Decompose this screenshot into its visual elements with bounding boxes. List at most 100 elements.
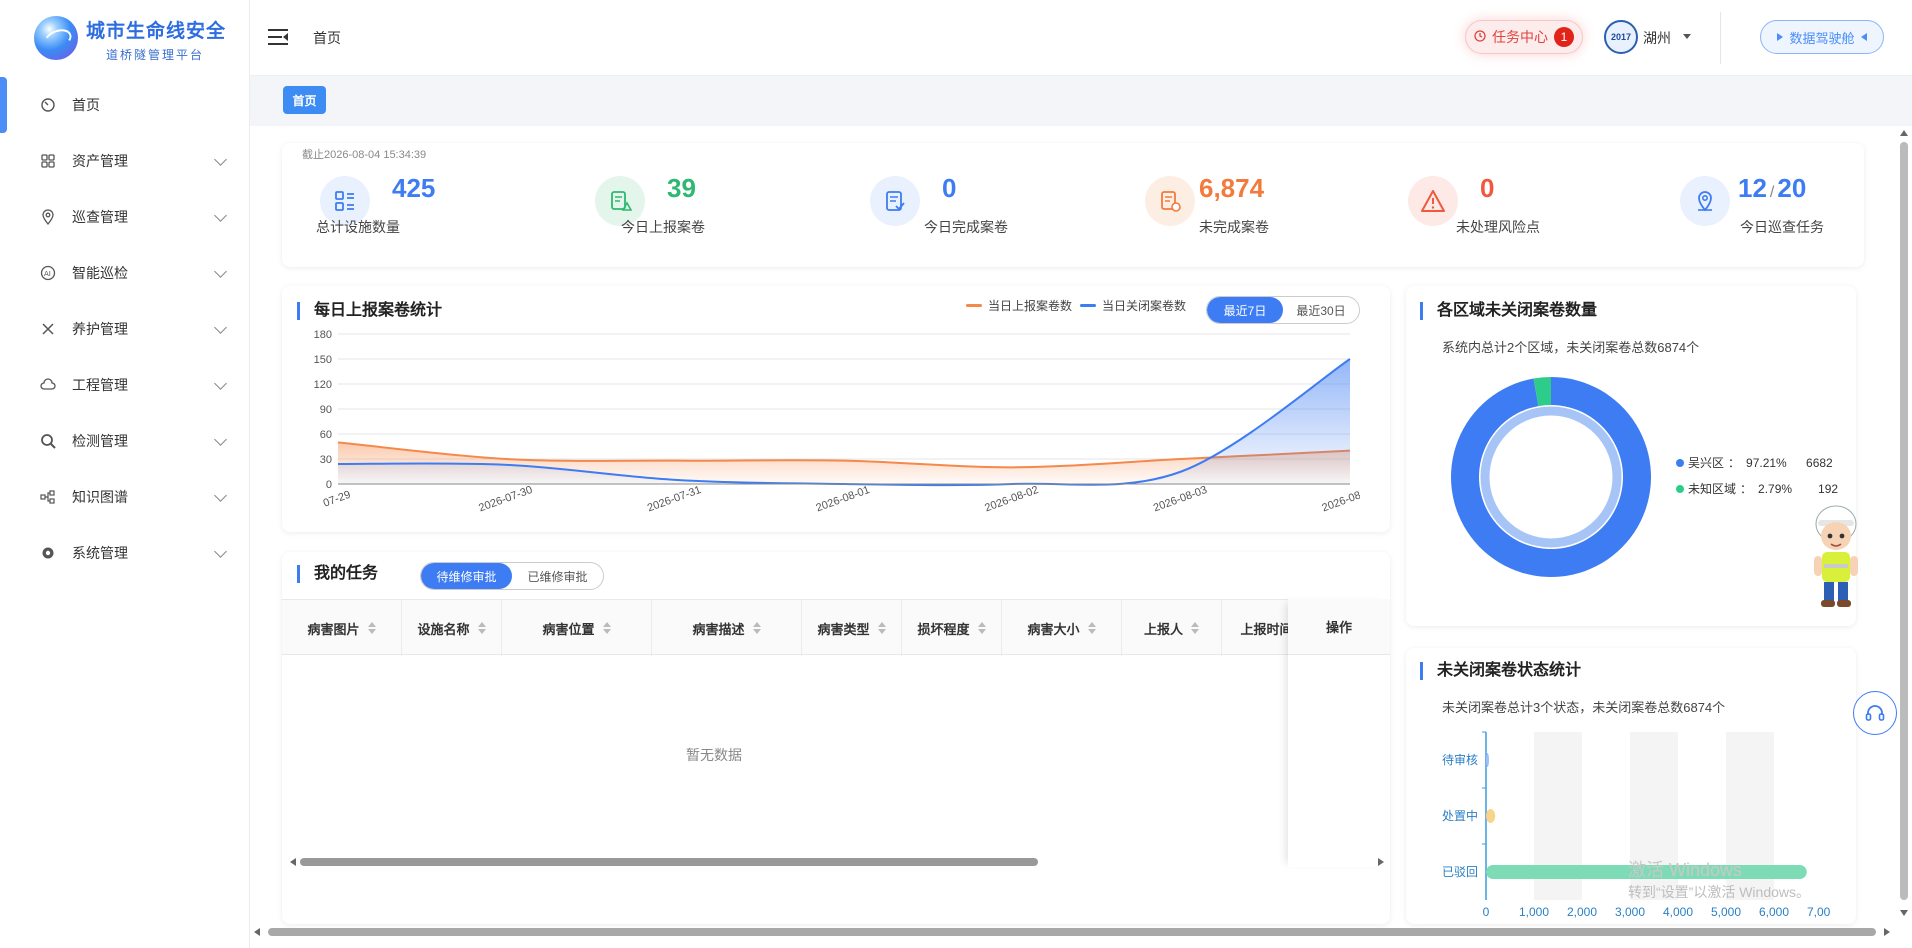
sidebar-item-label: 巡查管理 bbox=[72, 209, 128, 225]
svg-text:AI: AI bbox=[44, 270, 51, 278]
sort-icon[interactable] bbox=[977, 622, 986, 634]
windows-watermark-subtitle: 转到“设置”以激活 Windows。 bbox=[1628, 884, 1811, 900]
column-header[interactable]: 病害大小 bbox=[1002, 600, 1122, 656]
data-cockpit-button[interactable]: 数据驾驶舱 bbox=[1760, 20, 1884, 54]
tab-home[interactable]: 首页 bbox=[283, 86, 326, 114]
chevron-down-icon[interactable] bbox=[214, 208, 227, 222]
column-header[interactable]: 病害位置 bbox=[502, 600, 652, 656]
sidebar-item-2[interactable]: 巡查管理 bbox=[0, 189, 250, 245]
sort-icon[interactable] bbox=[1087, 622, 1096, 634]
cockpit-label: 数据驾驶舱 bbox=[1789, 30, 1855, 46]
page-scroll-left-icon[interactable] bbox=[254, 928, 260, 936]
sort-icon[interactable] bbox=[477, 622, 486, 634]
grid-icon bbox=[38, 151, 58, 171]
stat-item[interactable]: 12/20 今日巡查任务 bbox=[1680, 173, 1830, 235]
range-7-days-button[interactable]: 最近7日 bbox=[1207, 297, 1283, 323]
city-selector[interactable]: 湖州 bbox=[1643, 28, 1671, 48]
column-header[interactable]: 设施名称 bbox=[402, 600, 502, 656]
sidebar-item-label: 知识图谱 bbox=[72, 489, 128, 505]
tab-approved[interactable]: 已维修审批 bbox=[512, 563, 603, 589]
bar bbox=[1486, 753, 1489, 767]
stat-item[interactable]: 6,874 未完成案卷 bbox=[1145, 173, 1295, 235]
sidebar-item-0[interactable]: 首页 bbox=[0, 77, 250, 133]
page-scroll-right-icon[interactable] bbox=[1884, 928, 1890, 936]
sort-icon[interactable] bbox=[1191, 622, 1199, 634]
sort-icon[interactable] bbox=[367, 622, 376, 634]
x-tick-label: 4,000 bbox=[1663, 905, 1693, 919]
customer-service-headset-icon[interactable] bbox=[1853, 691, 1897, 735]
range-30-days-button[interactable]: 最近30日 bbox=[1283, 297, 1359, 323]
stat-value: 12/20 bbox=[1738, 173, 1807, 203]
ai-icon: AI bbox=[38, 263, 58, 283]
donut-legend-item[interactable]: 吴兴区： 97.21% 6682 bbox=[1676, 454, 1833, 471]
scroll-right-icon[interactable] bbox=[1378, 858, 1384, 866]
x-tick-label: 2026-08-02 bbox=[983, 484, 1040, 515]
daily-chart-title: 每日上报案卷统计 bbox=[297, 302, 442, 320]
chevron-down-icon[interactable] bbox=[214, 152, 227, 166]
mascot-avatar[interactable] bbox=[1806, 494, 1866, 614]
sidebar-item-8[interactable]: 系统管理 bbox=[0, 525, 250, 581]
chevron-down-icon[interactable] bbox=[214, 544, 227, 558]
chevron-down-icon[interactable] bbox=[214, 488, 227, 502]
y-category-label: 待审核 bbox=[1442, 752, 1478, 767]
stat-value: 425 bbox=[392, 173, 436, 203]
stat-item[interactable]: 0 未处理风险点 bbox=[1408, 173, 1558, 235]
task-center-button[interactable]: 任务中心 1 bbox=[1465, 20, 1583, 54]
sort-icon[interactable] bbox=[602, 622, 611, 634]
column-header[interactable]: 损坏程度 bbox=[902, 600, 1002, 656]
column-header[interactable]: 病害类型 bbox=[802, 600, 902, 656]
stat-label: 今日上报案卷 bbox=[621, 219, 705, 235]
region-donut-chart bbox=[1451, 377, 1651, 577]
legend-closed[interactable]: 当日关闭案卷数 bbox=[1080, 297, 1186, 314]
chevron-down-icon[interactable] bbox=[214, 320, 227, 334]
stat-value: 0 bbox=[942, 173, 957, 203]
clock-icon bbox=[1474, 29, 1486, 45]
stat-item[interactable]: 425 总计设施数量 bbox=[316, 173, 470, 235]
stat-label: 今日完成案卷 bbox=[924, 219, 1008, 235]
x-tick-label: 6,000 bbox=[1759, 905, 1789, 919]
operation-column: 操作 bbox=[1288, 599, 1390, 867]
scroll-down-icon[interactable] bbox=[1900, 910, 1908, 916]
legend-dot-icon bbox=[1676, 458, 1684, 467]
tab-pending-approval[interactable]: 待维修审批 bbox=[421, 563, 512, 589]
y-tick-label: 30 bbox=[320, 454, 332, 466]
sidebar-item-3[interactable]: AI 智能巡检 bbox=[0, 245, 250, 301]
x-tick-label: 3,000 bbox=[1615, 905, 1645, 919]
y-tick-label: 150 bbox=[314, 354, 332, 366]
sidebar-item-4[interactable]: 养护管理 bbox=[0, 301, 250, 357]
y-tick-label: 0 bbox=[326, 479, 332, 491]
tag-bar bbox=[250, 76, 1912, 126]
chevron-down-icon[interactable] bbox=[214, 432, 227, 446]
sidebar-item-label: 资产管理 bbox=[72, 153, 128, 169]
task-title: 我的任务 bbox=[297, 565, 378, 583]
caret-down-icon[interactable] bbox=[1683, 34, 1691, 39]
stat-item[interactable]: 39 今日上报案卷 bbox=[595, 173, 745, 235]
y-category-label: 已驳回 bbox=[1442, 865, 1478, 879]
sidebar-item-1[interactable]: 资产管理 bbox=[0, 133, 250, 189]
empty-state: 暂无数据 bbox=[686, 747, 742, 763]
brand-title: 城市生命线安全 bbox=[86, 21, 227, 42]
sort-icon[interactable] bbox=[752, 622, 761, 634]
scroll-left-icon[interactable] bbox=[290, 858, 296, 866]
page-vertical-scrollbar[interactable] bbox=[1900, 142, 1908, 900]
chevron-down-icon[interactable] bbox=[214, 376, 227, 390]
stat-label: 今日巡查任务 bbox=[1740, 219, 1824, 235]
table-horizontal-scrollbar[interactable] bbox=[300, 858, 1038, 866]
bar bbox=[1486, 809, 1496, 823]
stat-item[interactable]: 0 今日完成案卷 bbox=[870, 173, 1020, 235]
scroll-up-icon[interactable] bbox=[1900, 130, 1908, 136]
sort-icon[interactable] bbox=[877, 622, 886, 634]
legend-reported[interactable]: 当日上报案卷数 bbox=[966, 297, 1072, 314]
sidebar-item-6[interactable]: 检测管理 bbox=[0, 413, 250, 469]
page-horizontal-scrollbar[interactable] bbox=[268, 928, 1876, 936]
column-header[interactable]: 上报人 bbox=[1122, 600, 1222, 656]
pending-doc-icon bbox=[1145, 176, 1195, 226]
sidebar-item-5[interactable]: 工程管理 bbox=[0, 357, 250, 413]
column-header[interactable]: 病害图片 bbox=[282, 600, 402, 656]
graph-icon bbox=[38, 487, 58, 507]
y-tick-label: 180 bbox=[314, 329, 332, 341]
menu-collapse-icon[interactable] bbox=[268, 28, 288, 46]
chevron-down-icon[interactable] bbox=[214, 264, 227, 278]
sidebar-item-7[interactable]: 知识图谱 bbox=[0, 469, 250, 525]
column-header[interactable]: 病害描述 bbox=[652, 600, 802, 656]
